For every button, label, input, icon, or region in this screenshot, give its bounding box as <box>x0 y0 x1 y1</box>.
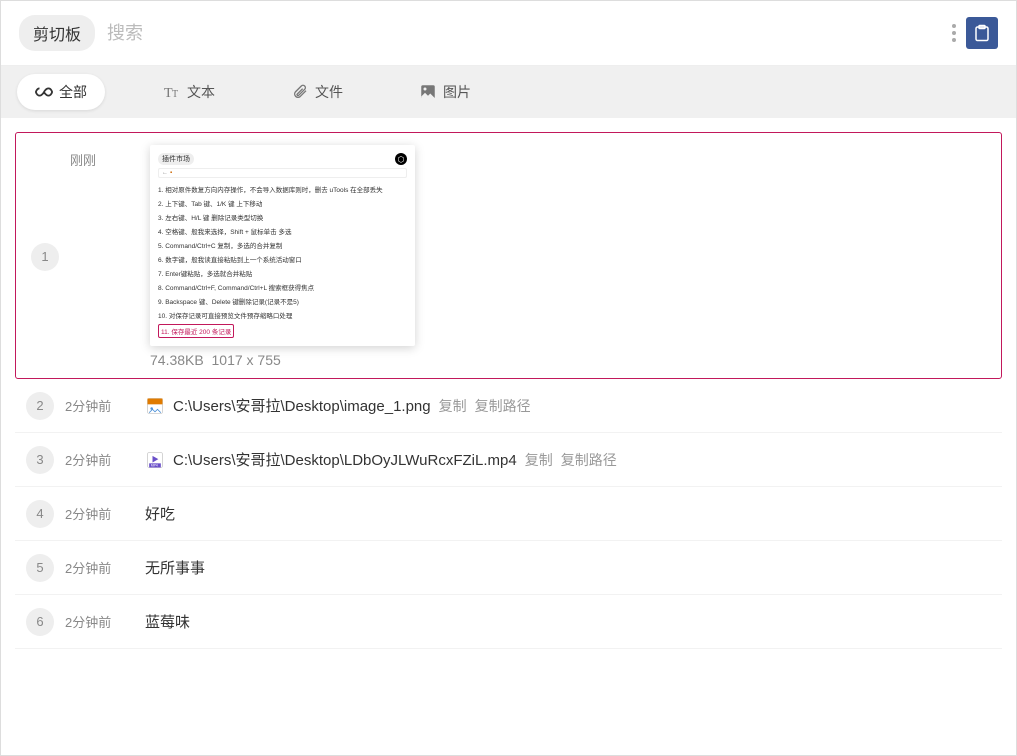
item-time: 2分钟前 <box>65 396 145 415</box>
tab-all[interactable]: 全部 <box>17 74 105 110</box>
image-meta: 74.38KB 1017 x 755 <box>150 352 997 368</box>
copy-action[interactable]: 复制 <box>525 450 553 470</box>
clipboard-app-icon[interactable] <box>966 17 998 49</box>
copy-path-action[interactable]: 复制路径 <box>561 450 617 470</box>
copy-path-action[interactable]: 复制路径 <box>475 396 531 416</box>
tab-bar: 全部 TT 文本 文件 图片 <box>1 66 1016 118</box>
tab-label: 全部 <box>59 82 87 102</box>
image-thumbnail[interactable]: ⬡ 插件市场 ▪ 1. 相对原件数复方向内存操作，不会导入数据库则时，删去 uT… <box>150 145 415 346</box>
tab-label: 文本 <box>187 82 215 102</box>
search-input[interactable] <box>107 23 952 44</box>
svg-text:T: T <box>172 89 178 100</box>
hex-icon: ⬡ <box>395 153 407 165</box>
file-path: C:\Users\安哥拉\Desktop\image_1.png <box>173 395 431 416</box>
tab-text[interactable]: TT 文本 <box>145 74 233 110</box>
list-item[interactable]: 4 2分钟前 好吃 <box>15 487 1002 541</box>
list-item[interactable]: 5 2分钟前 无所事事 <box>15 541 1002 595</box>
tab-label: 文件 <box>315 82 343 102</box>
item-time: 2分钟前 <box>65 558 145 577</box>
clipboard-list: 1 刚刚 ⬡ 插件市场 ▪ 1. 相对原件数复方向内存操作，不会导入数据库则时，… <box>1 118 1016 663</box>
item-index: 3 <box>15 446 65 474</box>
tab-label: 图片 <box>443 82 471 102</box>
clipboard-text: 无所事事 <box>145 557 205 578</box>
item-time: 2分钟前 <box>65 612 145 631</box>
item-time: 刚刚 <box>70 145 150 169</box>
tab-image[interactable]: 图片 <box>401 74 489 110</box>
attachment-icon <box>291 83 309 101</box>
thumb-text-lines: 1. 相对原件数复方向内存操作，不会导入数据库则时，删去 uTools 在全部丢… <box>158 182 407 338</box>
copy-action[interactable]: 复制 <box>439 396 467 416</box>
text-icon: TT <box>163 83 181 101</box>
list-item[interactable]: 1 刚刚 ⬡ 插件市场 ▪ 1. 相对原件数复方向内存操作，不会导入数据库则时，… <box>15 132 1002 379</box>
app-name-badge: 剪切板 <box>19 15 95 51</box>
image-icon <box>419 83 437 101</box>
clipboard-text: 蓝莓味 <box>145 611 190 632</box>
header: 剪切板 <box>1 1 1016 66</box>
item-index: 6 <box>15 608 65 636</box>
item-index: 1 <box>20 243 70 271</box>
file-path: C:\Users\安哥拉\Desktop\LDbOyJLWuRcxFZiL.mp… <box>173 449 517 470</box>
item-time: 2分钟前 <box>65 450 145 469</box>
infinity-icon <box>35 83 53 101</box>
item-index: 5 <box>15 554 65 582</box>
thumb-url-bar: ▪ <box>158 168 407 178</box>
item-time: 2分钟前 <box>65 504 145 523</box>
tab-file[interactable]: 文件 <box>273 74 361 110</box>
more-vertical-icon[interactable] <box>952 24 956 42</box>
clipboard-text: 好吃 <box>145 503 175 524</box>
list-item[interactable]: 3 2分钟前 MP4 C:\Users\安哥拉\Desktop\LDbOyJLW… <box>15 433 1002 487</box>
list-item[interactable]: 6 2分钟前 蓝莓味 <box>15 595 1002 649</box>
list-item[interactable]: 2 2分钟前 C:\Users\安哥拉\Desktop\image_1.png … <box>15 379 1002 433</box>
item-index: 2 <box>15 392 65 420</box>
png-file-icon <box>145 396 165 416</box>
mp4-file-icon: MP4 <box>145 450 165 470</box>
thumb-title: 插件市场 <box>158 153 194 165</box>
svg-text:MP4: MP4 <box>151 463 158 467</box>
item-index: 4 <box>15 500 65 528</box>
